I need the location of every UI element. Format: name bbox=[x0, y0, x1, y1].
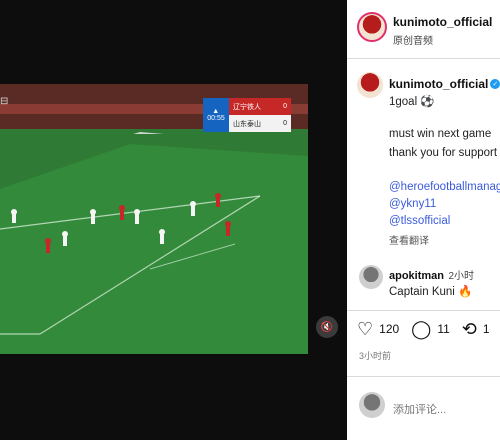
media-pane: ⊟ ▲ 00:55 辽宁铁人 0 山东泰山 0 🔇 bbox=[0, 0, 347, 440]
home-team-score: 0 bbox=[283, 103, 287, 110]
scoreboard: ▲ 00:55 辽宁铁人 0 山东泰山 0 bbox=[203, 98, 291, 132]
broadcaster-logo-icon: ▲ bbox=[212, 108, 220, 115]
caption-header: kunimoto_official✓ 3 bbox=[389, 75, 500, 93]
caption-username[interactable]: kunimoto_official bbox=[389, 77, 488, 91]
author-avatar[interactable] bbox=[357, 12, 387, 42]
header-username[interactable]: kunimoto_official bbox=[393, 15, 492, 29]
speaker-muted-icon: 🔇 bbox=[320, 321, 334, 333]
post-sidebar: kunimoto_official 原创音频 kunimoto_official… bbox=[347, 0, 500, 440]
verified-badge-icon: ✓ bbox=[490, 78, 500, 89]
posted-time: 3小时前 bbox=[359, 351, 392, 361]
actions-divider bbox=[347, 310, 500, 311]
post-header: kunimoto_official 原创音频 bbox=[393, 15, 492, 47]
comment-count: 11 bbox=[437, 322, 450, 336]
comment-username[interactable]: apokitman bbox=[389, 270, 444, 282]
comment-header: apokitman 2小时 bbox=[389, 266, 474, 284]
video-corner-icon: ⊟ bbox=[0, 96, 9, 107]
action-bar: ♡ 120 ◯ 11 ⟲ 1 ➤ bbox=[357, 320, 500, 338]
current-user-avatar bbox=[359, 392, 385, 418]
repost-icon[interactable]: ⟲ bbox=[462, 320, 477, 338]
comment-icon[interactable]: ◯ bbox=[411, 320, 431, 338]
mention-link-2[interactable]: @ykny11 bbox=[389, 198, 436, 210]
away-team-row: 山东泰山 0 bbox=[229, 115, 291, 132]
add-comment-input[interactable]: 添加评论... bbox=[393, 401, 446, 417]
translate-link[interactable]: 查看翻译 bbox=[389, 232, 429, 247]
like-count: 120 bbox=[379, 322, 400, 336]
scoreboard-clock: ▲ 00:55 bbox=[203, 98, 229, 132]
audio-label[interactable]: 原创音频 bbox=[393, 32, 492, 47]
mention-link-3[interactable]: @tlssofficial bbox=[389, 215, 450, 227]
match-clock: 00:55 bbox=[207, 115, 225, 122]
away-team-name: 山东泰山 bbox=[233, 120, 261, 128]
mute-button[interactable]: 🔇 bbox=[316, 316, 338, 338]
caption-avatar[interactable] bbox=[357, 72, 383, 98]
away-team-score: 0 bbox=[283, 120, 287, 127]
caption-line-1: 1goal ⚽ bbox=[389, 96, 435, 108]
mention-link-1[interactable]: @heroefootballmanage bbox=[389, 181, 500, 193]
home-team-row: 辽宁铁人 0 bbox=[229, 98, 291, 115]
commenter-avatar[interactable] bbox=[359, 265, 383, 289]
comment-time: 2小时 bbox=[448, 271, 475, 282]
comment-text: Captain Kuni 🔥 bbox=[389, 286, 473, 298]
home-team-name: 辽宁铁人 bbox=[233, 103, 261, 111]
caption-line-2: must win next game bbox=[389, 128, 492, 140]
header-divider bbox=[347, 58, 500, 59]
heart-icon[interactable]: ♡ bbox=[357, 320, 373, 338]
caption-line-3: thank you for support bbox=[389, 147, 498, 159]
comment-box-divider bbox=[347, 376, 500, 377]
repost-count: 1 bbox=[482, 322, 490, 336]
